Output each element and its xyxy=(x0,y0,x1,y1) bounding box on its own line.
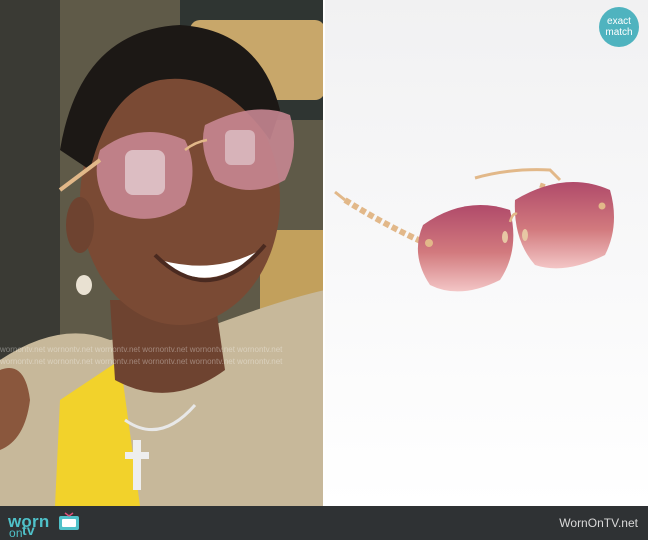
badge-line1: exact xyxy=(607,16,631,27)
badge-line2: match xyxy=(605,27,633,38)
sunglasses-product-icon xyxy=(334,168,614,292)
watermark: wornontv.net wornontv.net wornontv.net w… xyxy=(0,345,325,369)
tv-icon xyxy=(59,512,79,530)
watermark-row: wornontv.net wornontv.net wornontv.net w… xyxy=(0,345,283,354)
logo-tv: tv xyxy=(22,522,35,538)
celebrity-illustration xyxy=(0,0,325,506)
watermark-row: wornontv.net wornontv.net wornontv.net w… xyxy=(0,357,283,366)
celebrity-photo: wornontv.net wornontv.net wornontv.net w… xyxy=(0,0,325,506)
exact-match-badge: exact match xyxy=(599,7,639,47)
product-photo xyxy=(325,0,648,506)
footer-bar: worn on tv WornOnTV.net xyxy=(0,506,648,540)
logo-on: on xyxy=(9,526,23,540)
site-url[interactable]: WornOnTV.net xyxy=(559,516,638,530)
wornontv-logo[interactable]: worn on tv xyxy=(8,512,49,540)
